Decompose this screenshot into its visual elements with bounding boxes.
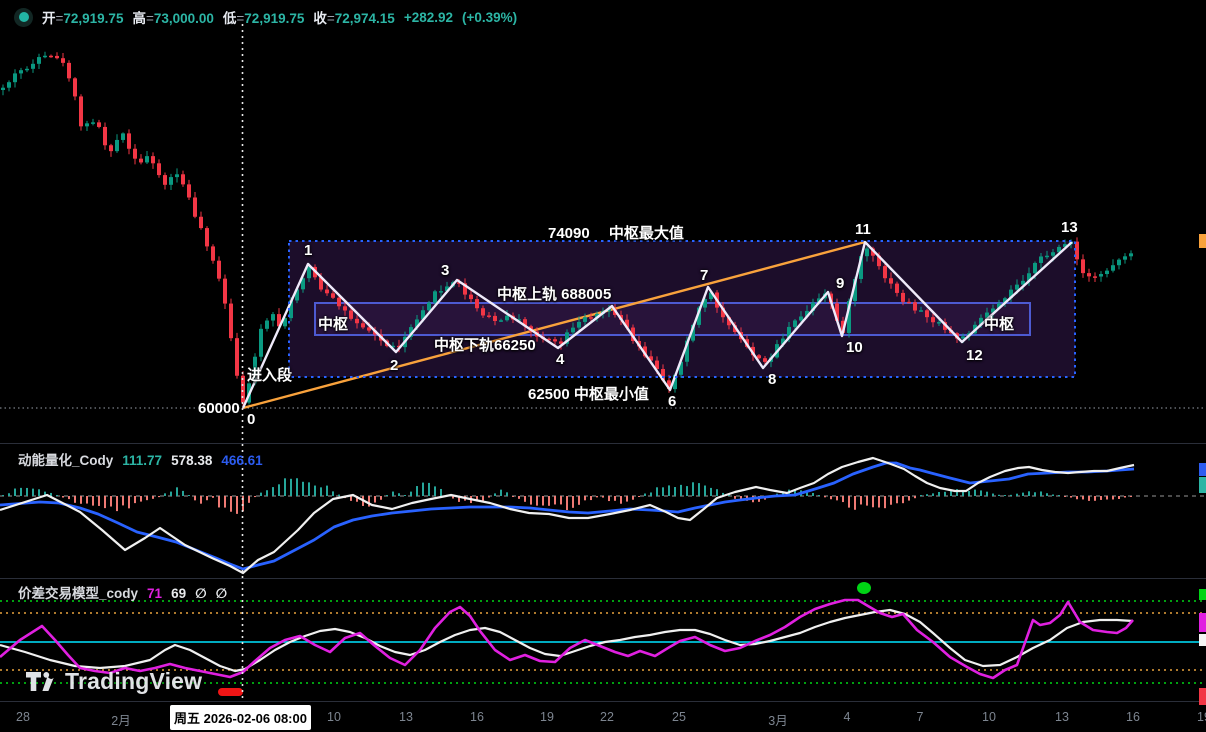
price-badge-red	[1199, 688, 1206, 705]
indicator-value: 111.77	[122, 453, 162, 468]
time-axis-label: 13	[1055, 710, 1069, 724]
chart-canvas[interactable]	[0, 0, 1206, 732]
ohlc-bar: 开=72,919.75 高=73,000.00 低=72,919.75 收=72,97…	[14, 7, 517, 27]
panel1-values: 111.77 578.38 466.61	[122, 453, 262, 468]
chart-annotation: 进入段	[247, 368, 292, 383]
panel2-legend[interactable]: 价差交易模型_cody 71 69 ∅ ∅	[18, 582, 227, 602]
chart-annotation: 74090 中枢最大值	[548, 226, 684, 241]
time-axis-label: 16	[470, 710, 484, 724]
chart-annotation: 中枢	[984, 317, 1014, 332]
swing-point-label: 7	[700, 268, 708, 283]
crosshair-date-tooltip: 周五 2026-02-06 08:00	[170, 705, 311, 730]
chart-annotation: 62500 中枢最小值	[528, 387, 649, 402]
swing-point-label: 12	[966, 348, 983, 363]
time-axis-label: 10	[982, 710, 996, 724]
swing-point-label: 1	[304, 243, 312, 258]
ohlc-field: 低=72,919.75	[223, 7, 304, 27]
panel2-title: 价差交易模型_cody	[18, 582, 138, 602]
indicator-value: ∅	[195, 586, 207, 602]
series-dot-icon	[19, 12, 29, 22]
time-axis-label: 7	[917, 710, 924, 724]
series-marker-icon[interactable]	[14, 8, 33, 27]
panel2-magenta-line	[0, 600, 1133, 678]
price-badge-green	[1199, 589, 1206, 600]
time-axis-label: 25	[672, 710, 686, 724]
ohlc-field: 开=72,919.75	[42, 7, 123, 27]
price-badge-teal	[1199, 477, 1206, 493]
chart-annotation: 中枢	[318, 317, 348, 332]
swing-point-label: 10	[846, 340, 863, 355]
panel1-white-line	[0, 458, 1134, 573]
panel1-title: 动能量化_Cody	[18, 449, 113, 469]
time-axis-label: 4	[844, 710, 851, 724]
swing-point-label: 9	[836, 276, 844, 291]
tradingview-mark-icon	[26, 672, 55, 691]
price-badge-badge_white	[1199, 634, 1206, 646]
chart-annotation: 60000	[198, 401, 240, 416]
swing-point-label: 8	[768, 372, 776, 387]
signal-dot	[857, 582, 871, 594]
tradingview-logo[interactable]: TradingView	[26, 668, 202, 695]
time-axis-label: 19	[1197, 710, 1206, 724]
swing-point-label: 4	[556, 352, 564, 367]
time-axis-label: 10	[327, 710, 341, 724]
tradingview-logo-text: TradingView	[65, 668, 202, 695]
panel1-blue-line	[0, 463, 1134, 569]
time-axis-label: 19	[540, 710, 554, 724]
swing-point-label: 0	[247, 412, 255, 427]
panel2-values: 71 69 ∅ ∅	[147, 586, 227, 602]
swing-point-label: 6	[668, 394, 676, 409]
indicator-value: 578.38	[171, 453, 212, 468]
time-axis-label: 16	[1126, 710, 1140, 724]
panel2-white-line	[0, 610, 1133, 671]
time-axis-label: 2月	[111, 710, 130, 729]
ohlc-field: 收=72,974.15	[313, 7, 394, 27]
change-percent: (+0.39%)	[462, 10, 517, 25]
chart-annotation: 中枢下轨66250	[434, 338, 536, 353]
panel1-legend[interactable]: 动能量化_Cody 111.77 578.38 466.61	[18, 449, 263, 469]
swing-point-label: 3	[441, 263, 449, 278]
signal-pill	[218, 688, 243, 696]
price-badge-blue	[1199, 463, 1206, 476]
price-badge-magenta	[1199, 613, 1206, 632]
indicator-value: 69	[171, 586, 186, 602]
time-axis-label: 13	[399, 710, 413, 724]
swing-point-label: 5	[603, 287, 611, 302]
price-badge-orange	[1199, 234, 1206, 248]
ohlc-fields: 开=72,919.75 高=73,000.00 低=72,919.75 收=72,97…	[42, 7, 395, 27]
time-axis-label: 22	[600, 710, 614, 724]
chart-annotation: 中枢上轨 68800	[497, 287, 603, 302]
time-axis-label: 3月	[768, 710, 787, 729]
change-value: +282.92	[404, 10, 453, 25]
ohlc-field: 高=73,000.00	[132, 7, 213, 27]
indicator-value: 466.61	[221, 453, 262, 468]
swing-point-label: 2	[390, 358, 398, 373]
indicator-value: ∅	[216, 586, 228, 602]
indicator-value: 71	[147, 586, 162, 602]
time-axis-label: 28	[16, 710, 30, 724]
swing-point-label: 11	[855, 222, 871, 237]
swing-point-label: 13	[1061, 220, 1078, 235]
